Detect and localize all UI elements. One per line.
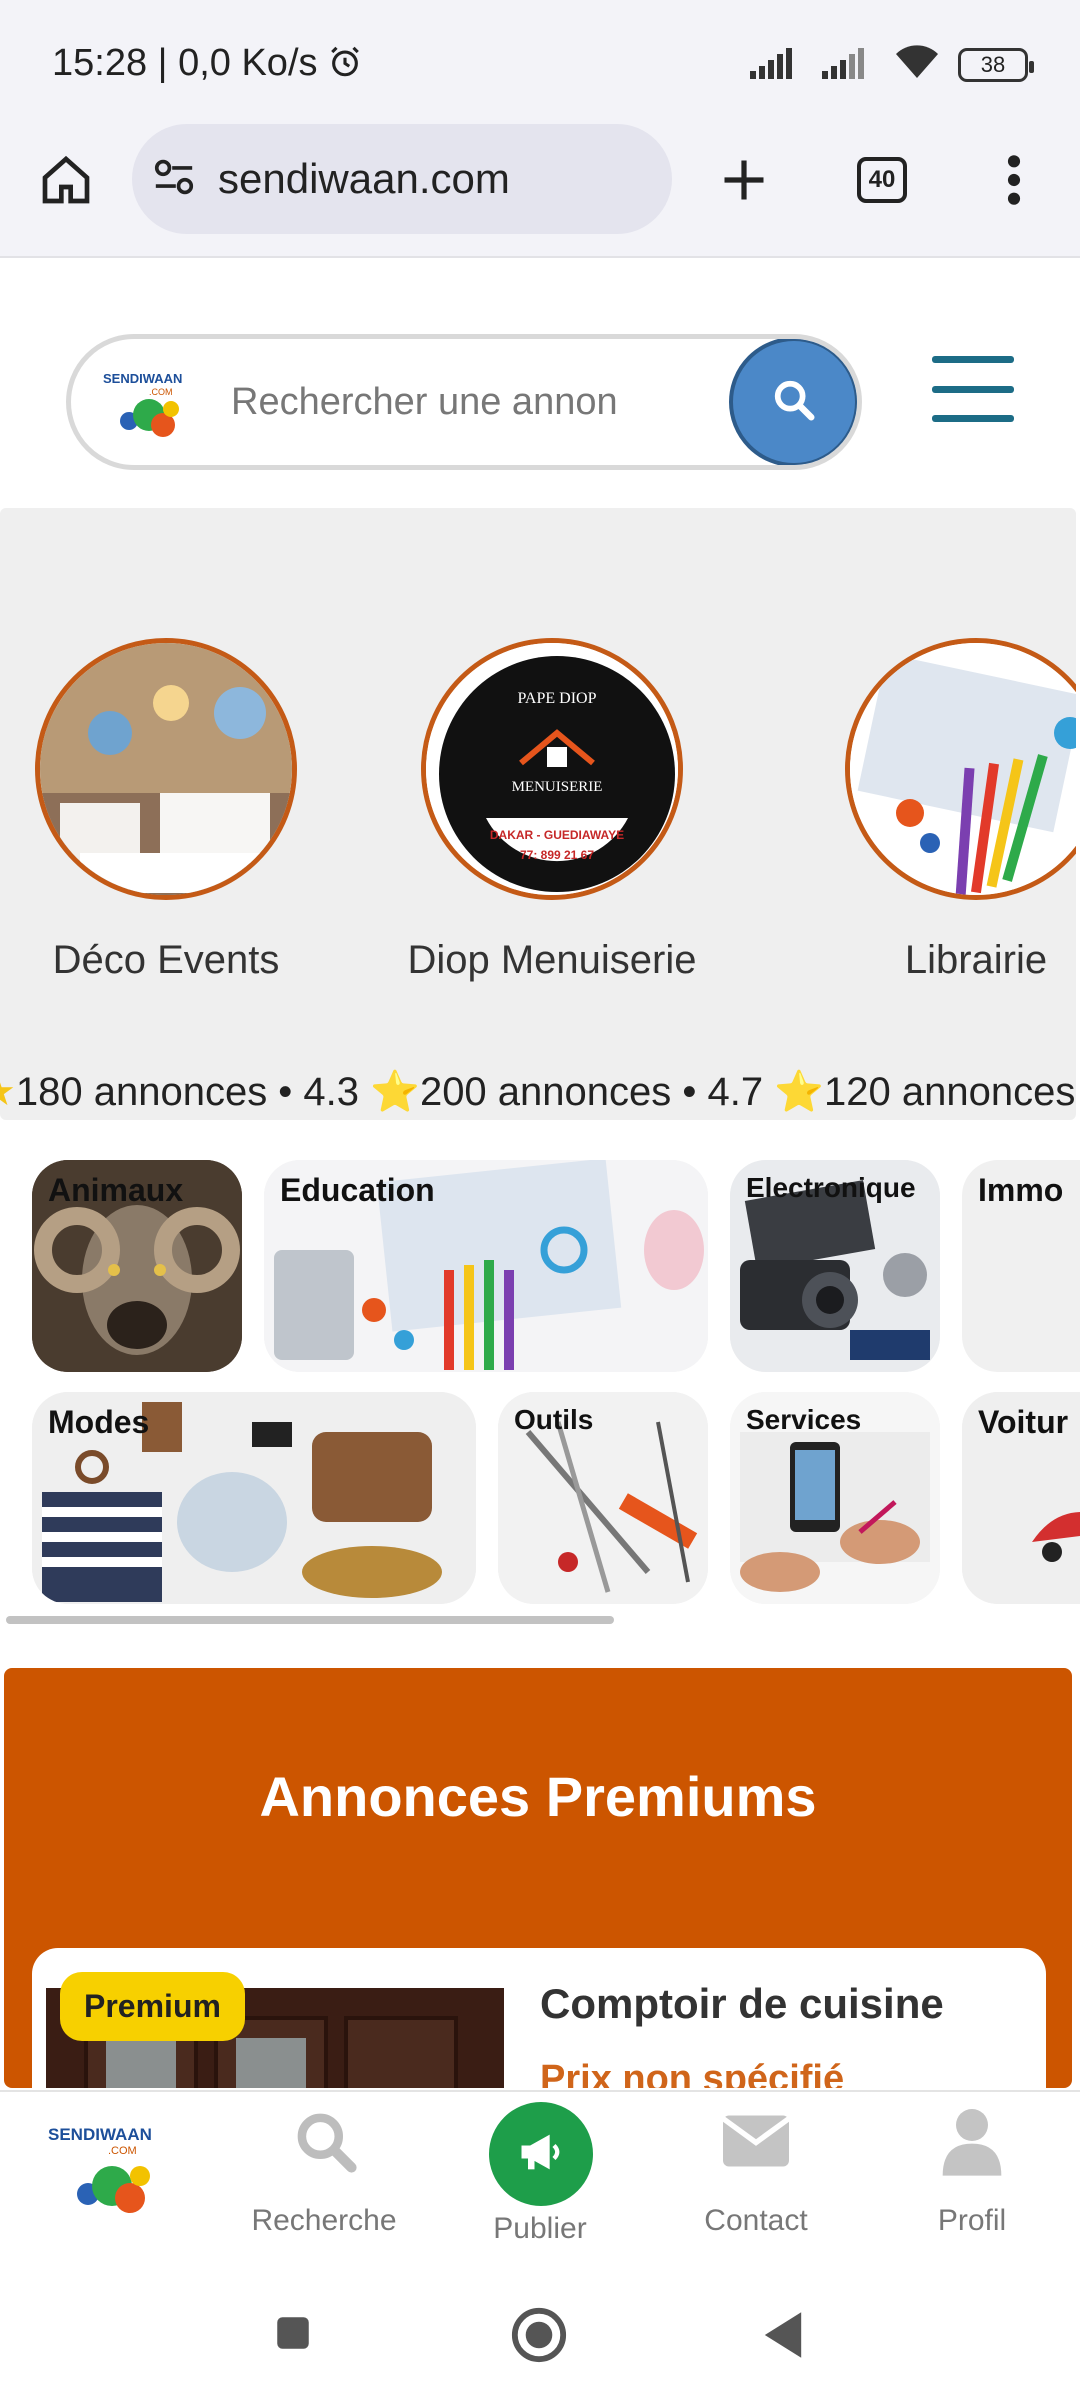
search-button[interactable] bbox=[729, 339, 857, 465]
nav-home-logo[interactable]: SENDIWAAN .COM bbox=[0, 2092, 216, 2262]
nav-search[interactable]: Recherche bbox=[216, 2092, 432, 2262]
nav-logo-suffix: .COM bbox=[108, 2145, 137, 2157]
shops-carousel[interactable]: Déco Events PAPE DIOP MENUISERIE DAKAR -… bbox=[0, 508, 1076, 1120]
premium-badge: Premium bbox=[60, 1972, 245, 2041]
battery-level: 38 bbox=[980, 51, 1006, 77]
shop-logo-city: DAKAR - GUEDIAWAYE bbox=[490, 828, 624, 842]
nav-label: Profil bbox=[937, 2204, 1007, 2237]
site-logo[interactable]: SENDIWAAN .COM bbox=[99, 367, 209, 441]
logo-suffix: .COM bbox=[149, 387, 173, 397]
new-tab-icon[interactable] bbox=[706, 142, 782, 218]
nav-contact[interactable]: Contact bbox=[648, 2092, 864, 2262]
alarm-icon bbox=[328, 42, 362, 84]
home-icon[interactable] bbox=[28, 142, 104, 218]
shop-image bbox=[845, 638, 1076, 900]
category-education[interactable]: Education bbox=[264, 1160, 708, 1372]
signal-icon bbox=[750, 45, 804, 84]
category-label: Services bbox=[746, 1404, 862, 1435]
category-electronique[interactable]: Electronique bbox=[730, 1160, 940, 1372]
nav-label: Publier bbox=[493, 2212, 587, 2245]
hamburger-menu-icon[interactable] bbox=[932, 356, 1014, 422]
shop-image bbox=[35, 638, 297, 900]
shop-card-diop-menuiserie[interactable]: PAPE DIOP MENUISERIE DAKAR - GUEDIAWAYE … bbox=[362, 638, 742, 983]
home-button-icon[interactable] bbox=[510, 2306, 568, 2369]
shop-logo-text-top: PAPE DIOP bbox=[518, 690, 597, 707]
category-label: Immo bbox=[978, 1172, 1064, 1208]
category-modes[interactable]: Modes bbox=[32, 1392, 476, 1604]
site-settings-icon[interactable] bbox=[152, 157, 196, 202]
category-voitures[interactable]: Voitur bbox=[962, 1392, 1080, 1604]
tabs-button[interactable]: 40 bbox=[844, 142, 920, 218]
shop-card-librairie[interactable]: Librairie bbox=[786, 638, 1076, 983]
category-immo[interactable]: Immo bbox=[962, 1160, 1080, 1372]
categories-scrollbar[interactable] bbox=[6, 1616, 614, 1624]
shop-name: Déco Events bbox=[52, 938, 280, 982]
signal-icon-2 bbox=[822, 45, 876, 84]
search-icon bbox=[292, 2108, 360, 2181]
shop-name: Librairie bbox=[904, 938, 1048, 982]
back-icon[interactable] bbox=[760, 2310, 806, 2365]
category-label: Animaux bbox=[48, 1172, 184, 1208]
nav-label: Contact bbox=[704, 2204, 808, 2237]
category-services[interactable]: Services bbox=[730, 1392, 940, 1604]
category-animaux[interactable]: Animaux bbox=[32, 1160, 242, 1372]
megaphone-icon bbox=[515, 2126, 567, 2183]
address-bar[interactable]: sendiwaan.com bbox=[132, 124, 672, 234]
recent-apps-icon[interactable] bbox=[272, 2312, 314, 2359]
status-bar: 15:28 | 0,0 Ko/s 38 bbox=[0, 0, 1080, 120]
premium-section: Annonces Premiums Premium Comptoir de cu… bbox=[4, 1668, 1072, 2088]
shop-stats-text: 180 annonces • 4.3 ⭐200 annonces • 4.7 ⭐… bbox=[15, 1070, 1076, 1114]
shop-logo-text-mid: MENUISERIE bbox=[512, 779, 603, 795]
listing-price: Prix non spécifié bbox=[540, 2058, 845, 2088]
category-label: Electronique bbox=[746, 1172, 916, 1203]
wifi-icon bbox=[894, 44, 940, 85]
search-bar[interactable]: SENDIWAAN .COM Rechercher une annon bbox=[66, 334, 862, 470]
categories-grid[interactable]: Animaux Education Electronique Immo Mode… bbox=[0, 1140, 1080, 1620]
category-label: Outils bbox=[514, 1404, 594, 1435]
envelope-icon bbox=[720, 2112, 792, 2175]
tab-count: 40 bbox=[857, 157, 907, 203]
bottom-navigation: SENDIWAAN .COM Recherche Publier Contact… bbox=[0, 2090, 1080, 2260]
shop-card-deco-events[interactable]: Déco Events bbox=[0, 638, 356, 983]
status-icons: 38 bbox=[750, 44, 1034, 85]
search-icon bbox=[771, 377, 817, 428]
shop-logo-phone: 77: 899 21 67 bbox=[520, 848, 594, 862]
shop-name: Diop Menuiserie bbox=[407, 938, 697, 982]
nav-logo-text: SENDIWAAN bbox=[48, 2125, 152, 2144]
battery-icon: 38 bbox=[958, 47, 1034, 82]
publish-button[interactable] bbox=[489, 2102, 593, 2206]
status-time: 15:28 | 0,0 Ko/s bbox=[52, 42, 362, 85]
more-menu-icon[interactable] bbox=[976, 142, 1052, 218]
premium-title: Annonces Premiums bbox=[259, 1765, 817, 1828]
user-icon bbox=[940, 2106, 1004, 2181]
star-icon: ★ bbox=[0, 1070, 16, 1114]
url-text: sendiwaan.com bbox=[218, 155, 510, 202]
system-navigation-bar bbox=[0, 2260, 1080, 2400]
shop-image: PAPE DIOP MENUISERIE DAKAR - GUEDIAWAYE … bbox=[421, 638, 683, 900]
listing-title[interactable]: Comptoir de cuisine bbox=[540, 1980, 944, 2028]
premium-listing-card[interactable]: Premium Comptoir de cuisine Prix non spé… bbox=[32, 1948, 1046, 2088]
nav-publish[interactable]: Publier bbox=[432, 2092, 648, 2262]
category-label: Education bbox=[280, 1172, 435, 1208]
category-label: Voitur bbox=[978, 1404, 1069, 1440]
category-outils[interactable]: Outils bbox=[498, 1392, 708, 1604]
site-header: SENDIWAAN .COM Rechercher une annon bbox=[0, 260, 1080, 508]
browser-toolbar: sendiwaan.com 40 bbox=[0, 120, 1080, 258]
logo-text: SENDIWAAN bbox=[103, 371, 182, 386]
status-time-text: 15:28 | 0,0 Ko/s bbox=[52, 42, 318, 84]
category-label: Modes bbox=[48, 1404, 150, 1440]
search-input[interactable]: Rechercher une annon bbox=[231, 381, 641, 424]
nav-label: Recherche bbox=[251, 2204, 397, 2237]
shop-stats-row: ★180 annonces • 4.3 ⭐200 annonces • 4.7 … bbox=[0, 1068, 1076, 1115]
nav-profile[interactable]: Profil bbox=[864, 2092, 1080, 2262]
